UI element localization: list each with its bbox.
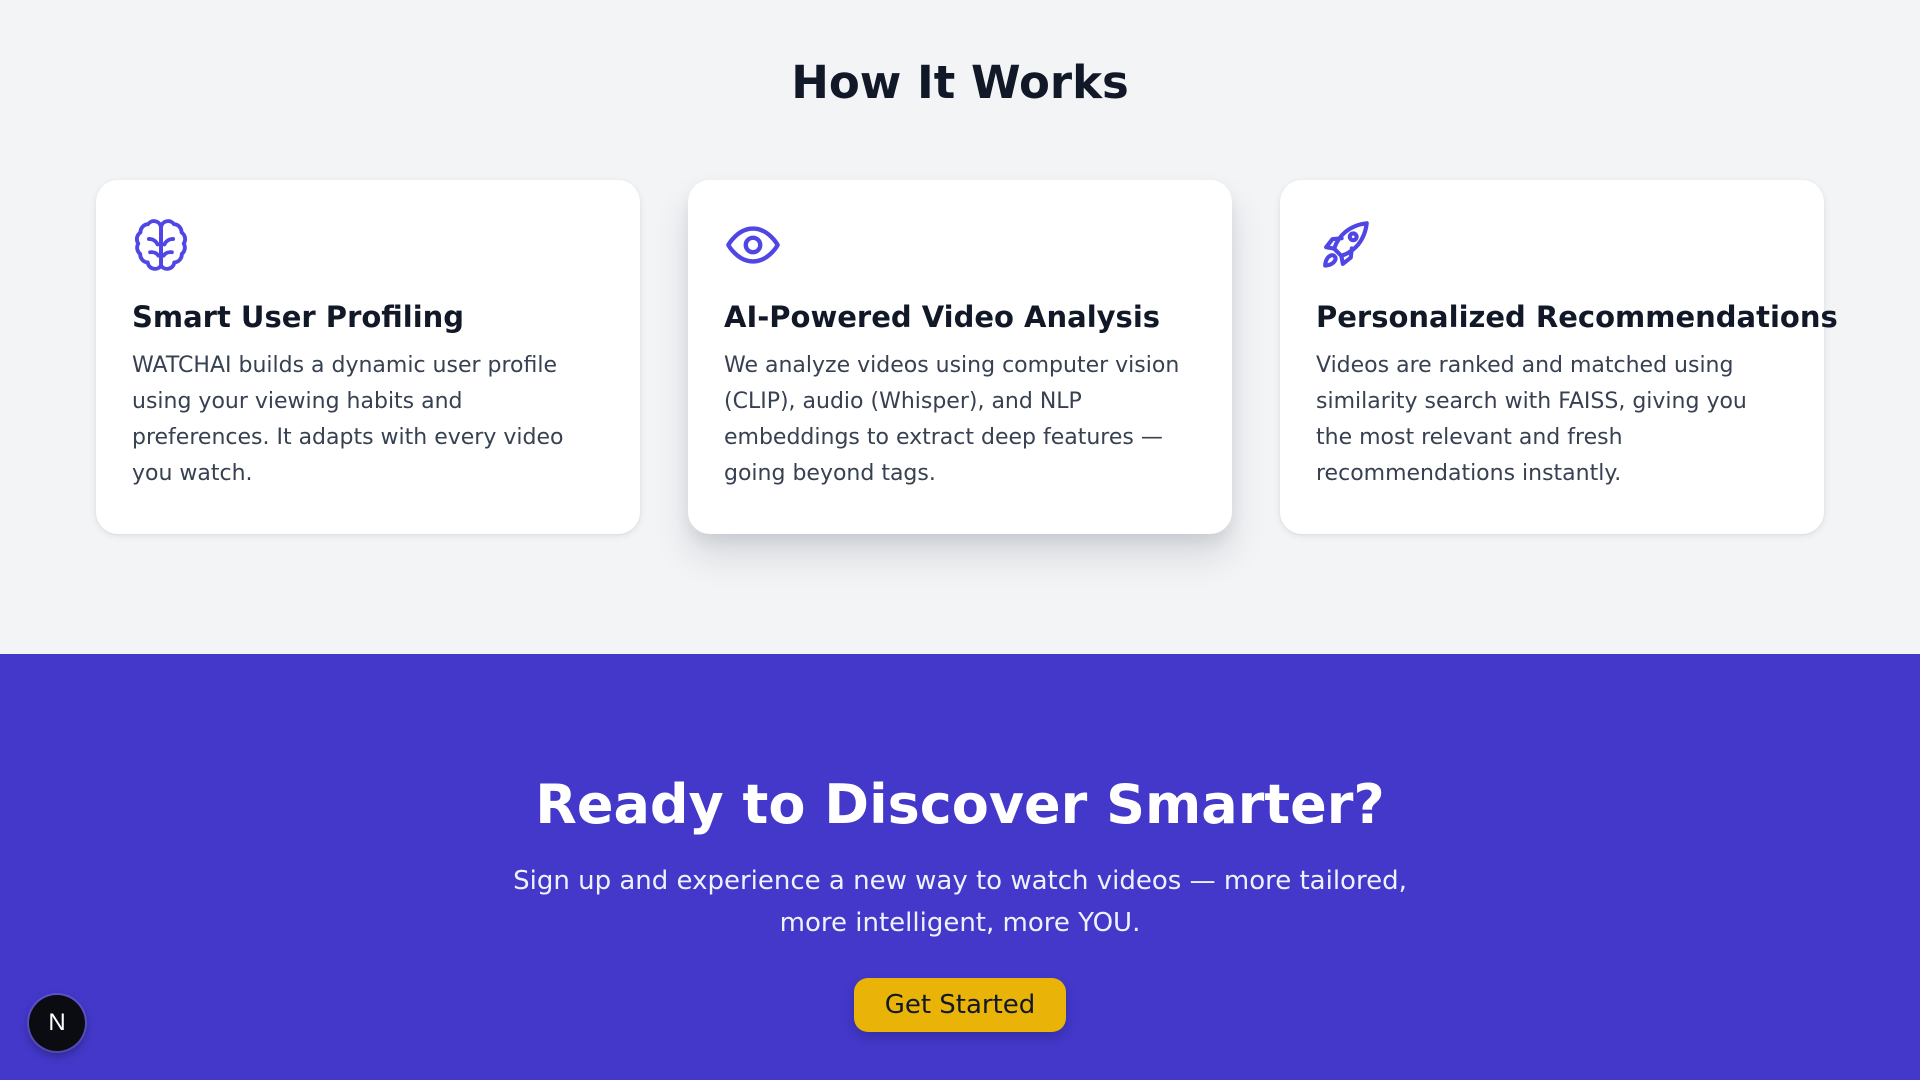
feature-card-profiling: Smart User Profiling WATCHAI builds a dy…	[96, 180, 640, 534]
card-title: Smart User Profiling	[132, 300, 465, 334]
card-description: We analyze videos using computer vision …	[724, 353, 1180, 486]
eye-icon	[724, 216, 782, 274]
nextjs-dev-badge[interactable]: N	[29, 995, 85, 1051]
card-title: AI-Powered Video Analysis	[724, 300, 1161, 334]
cta-section: Ready to Discover Smarter? Sign up and e…	[0, 654, 1920, 1080]
brain-icon	[132, 216, 190, 274]
card-description: WATCHAI builds a dynamic user profile us…	[132, 353, 564, 486]
cta-text: Sign up and experience a new way to watc…	[513, 866, 1407, 938]
get-started-button[interactable]: Get Started	[854, 978, 1066, 1032]
feature-card-video-analysis: AI-Powered Video Analysis We analyze vid…	[688, 180, 1232, 534]
card-description: Videos are ranked and matched using simi…	[1316, 353, 1747, 486]
page: How It Works Smart User Profiling WATCHA…	[0, 0, 1920, 1080]
nextjs-logo-icon: N	[48, 1009, 66, 1036]
rocket-icon	[1316, 216, 1374, 274]
feature-card-recommendations: Personalized Recommendations Videos are …	[1280, 180, 1838, 534]
how-it-works-section: How It Works Smart User Profiling WATCHA…	[0, 0, 1920, 654]
card-title: Personalized Recommendations	[1316, 300, 1838, 334]
cta-title: Ready to Discover Smarter?	[535, 773, 1385, 836]
section-title: How It Works	[791, 56, 1129, 109]
